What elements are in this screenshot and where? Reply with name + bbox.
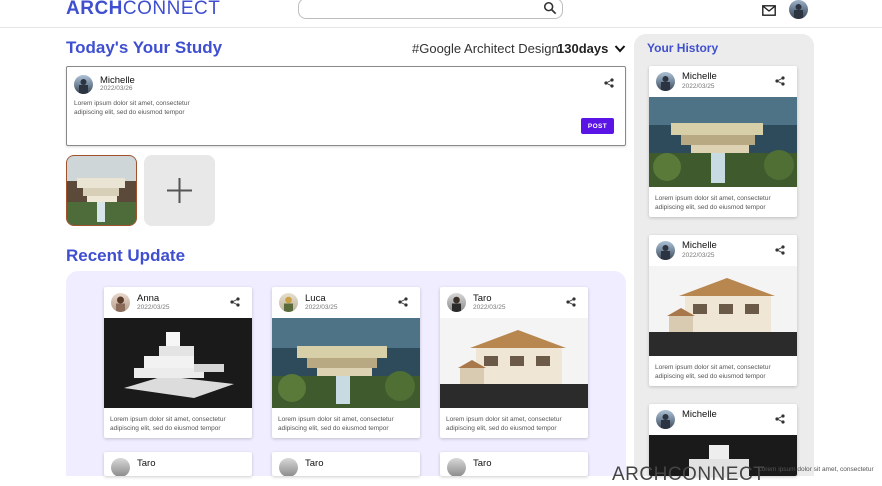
- history-card[interactable]: Michelle 2022/03/25 Lorem ipsum dolor si…: [649, 235, 797, 386]
- add-image-button[interactable]: [144, 155, 215, 226]
- history-text: Lorem ipsum dolor sit amet, consectetur …: [655, 363, 771, 381]
- history-image[interactable]: [649, 266, 797, 356]
- avatar: [447, 293, 466, 312]
- share-icon[interactable]: [604, 78, 614, 88]
- post-text-line: Lorem ipsum dolor sit amet, consectetur: [110, 416, 226, 423]
- avatar: [447, 458, 466, 476]
- avatar: [279, 293, 298, 312]
- history-date: 2022/03/25: [682, 83, 715, 90]
- footer-logo[interactable]: ARCHCONNECT: [612, 464, 765, 486]
- compose-text[interactable]: Lorem ipsum dolor sit amet, consectetur …: [74, 99, 190, 117]
- compose-date: 2022/03/26: [100, 85, 133, 92]
- post-card[interactable]: Taro 2022/03/25 Lorem ipsum dolor sit am…: [440, 287, 588, 438]
- plus-icon: [167, 178, 192, 203]
- post-text: Lorem ipsum dolor sit amet, consectetur …: [110, 415, 226, 433]
- history-text-line: Lorem ipsum dolor sit amet, consectetur: [655, 195, 771, 202]
- share-icon[interactable]: [230, 297, 240, 307]
- post-user-name: Luca: [305, 293, 326, 304]
- share-icon[interactable]: [775, 414, 785, 424]
- post-card[interactable]: Taro: [440, 452, 588, 476]
- search-icon[interactable]: [543, 1, 557, 15]
- post-user-name: Taro: [137, 458, 156, 469]
- avatar: [111, 458, 130, 476]
- post-text-line: Lorem ipsum dolor sit amet, consectetur: [278, 416, 394, 423]
- compose-text-line: adipiscing elit, sed do eiusmod tempor: [74, 109, 185, 116]
- post-text-line: adipiscing elit, sed do eiusmod tempor: [278, 425, 389, 432]
- logo-light-text: CONNECT: [122, 0, 221, 19]
- avatar: [656, 72, 675, 91]
- logo-bold-text: ARCH: [66, 0, 123, 19]
- post-date: 2022/03/25: [137, 304, 170, 311]
- study-title: Today's Your Study: [66, 38, 223, 57]
- top-bar: ARCHCONNECT: [0, 0, 882, 28]
- history-text-line: adipiscing elit, sed do eiusmod tempor: [655, 373, 766, 380]
- post-card[interactable]: Taro: [272, 452, 420, 476]
- post-card[interactable]: Anna 2022/03/25 Lorem ipsum dolor sit am…: [104, 287, 252, 438]
- search-input[interactable]: [307, 0, 537, 18]
- post-user-name: Taro: [473, 293, 492, 304]
- uploaded-image-thumbnail[interactable]: [66, 155, 137, 226]
- post-text-line: Lorem ipsum dolor sit amet, consectetur: [446, 416, 562, 423]
- footer-text: Lorem ipsum dolor sit amet, consectetur: [758, 466, 874, 473]
- post-image[interactable]: [440, 318, 588, 408]
- history-image[interactable]: [649, 97, 797, 187]
- compose-post: Michelle 2022/03/26 Lorem ipsum dolor si…: [66, 66, 626, 146]
- share-icon[interactable]: [775, 76, 785, 86]
- mail-icon[interactable]: [762, 5, 776, 16]
- post-image[interactable]: [272, 318, 420, 408]
- post-text-line: adipiscing elit, sed do eiusmod tempor: [446, 425, 557, 432]
- search-bar: [298, 0, 563, 19]
- share-icon[interactable]: [566, 297, 576, 307]
- logo[interactable]: ARCHCONNECT: [66, 0, 220, 20]
- study-days: 130days: [557, 41, 609, 56]
- history-date: 2022/03/25: [682, 252, 715, 259]
- post-date: 2022/03/25: [473, 304, 506, 311]
- post-user-name: Taro: [473, 458, 492, 469]
- post-card[interactable]: Taro: [104, 452, 252, 476]
- history-user-name: Michelle: [682, 409, 717, 420]
- history-user-name: Michelle: [682, 71, 717, 82]
- avatar: [279, 458, 298, 476]
- avatar: [74, 75, 93, 94]
- share-icon[interactable]: [398, 297, 408, 307]
- course-name: #Google Architect Design: [412, 41, 559, 56]
- user-avatar[interactable]: [789, 0, 808, 19]
- compose-text-line: Lorem ipsum dolor sit amet, consectetur: [74, 100, 190, 107]
- history-text-line: Lorem ipsum dolor sit amet, consectetur: [655, 364, 771, 371]
- post-user-name: Taro: [305, 458, 324, 469]
- avatar: [111, 293, 130, 312]
- post-user-name: Anna: [137, 293, 160, 304]
- history-user-name: Michelle: [682, 240, 717, 251]
- history-text: Lorem ipsum dolor sit amet, consectetur …: [655, 194, 771, 212]
- avatar: [656, 241, 675, 260]
- history-card[interactable]: Michelle 2022/03/25 Lorem ipsum dolor si…: [649, 66, 797, 217]
- chevron-down-icon[interactable]: [614, 44, 626, 54]
- history-title: Your History: [647, 41, 719, 55]
- post-image[interactable]: [104, 318, 252, 408]
- share-icon[interactable]: [775, 245, 785, 255]
- post-text: Lorem ipsum dolor sit amet, consectetur …: [446, 415, 562, 433]
- history-text-line: adipiscing elit, sed do eiusmod tempor: [655, 204, 766, 211]
- post-card[interactable]: Luca 2022/03/25 Lorem ipsum dolor sit am…: [272, 287, 420, 438]
- avatar: [656, 410, 675, 429]
- post-text: Lorem ipsum dolor sit amet, consectetur …: [278, 415, 394, 433]
- post-date: 2022/03/25: [305, 304, 338, 311]
- post-button[interactable]: POST: [581, 118, 614, 134]
- recent-update-title: Recent Update: [66, 246, 186, 265]
- post-text-line: adipiscing elit, sed do eiusmod tempor: [110, 425, 221, 432]
